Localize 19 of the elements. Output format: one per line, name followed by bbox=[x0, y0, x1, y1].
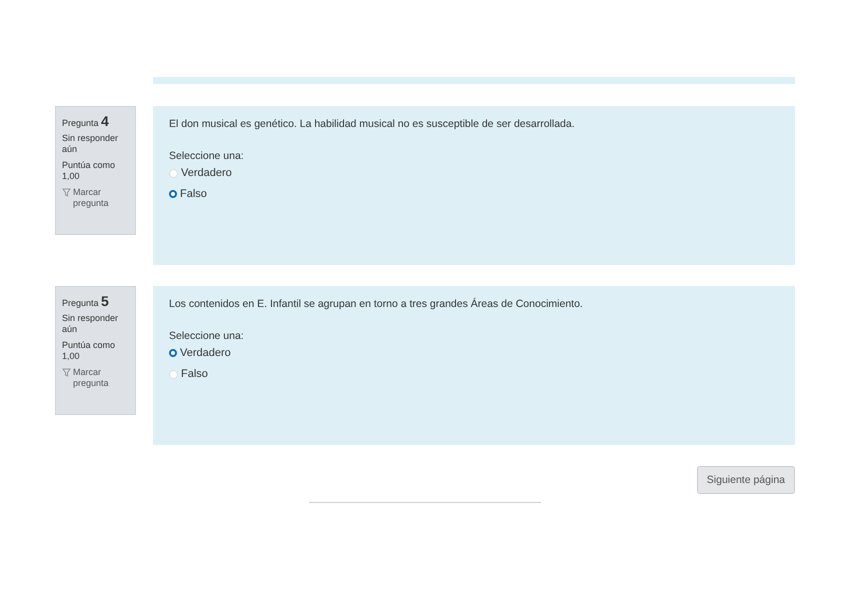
answer-option[interactable]: Falso bbox=[169, 368, 779, 380]
question-status: Sin responder aún bbox=[62, 313, 120, 335]
question-text: Los contenidos en E. Infantil se agrupan en torno a tres grandes Áreas de Conocimiento. bbox=[169, 298, 584, 310]
answer-prompt: Seleccione una: bbox=[169, 330, 245, 342]
flag-question-link[interactable]: Marcar pregunta bbox=[73, 187, 129, 209]
question-status: Sin responder aún bbox=[62, 133, 120, 155]
question-number: Pregunta 4 bbox=[62, 113, 110, 129]
answer-prompt: Seleccione una: bbox=[169, 150, 245, 162]
answer-option[interactable]: Verdadero bbox=[169, 347, 779, 359]
answer-option[interactable]: Verdadero bbox=[169, 167, 779, 179]
next-page-button[interactable]: Siguiente página bbox=[696, 466, 795, 494]
question-number: Pregunta 5 bbox=[62, 293, 110, 309]
flag-question-link[interactable]: Marcar pregunta bbox=[73, 367, 129, 389]
question-score: Puntúa como 1,00 bbox=[62, 340, 116, 362]
radio-button[interactable] bbox=[169, 349, 177, 357]
radio-button[interactable] bbox=[169, 190, 177, 198]
question-text: El don musical es genético. La habilidad musical no es susceptible de ser desarrollada. bbox=[169, 118, 576, 130]
answer-option[interactable]: Falso bbox=[169, 188, 779, 200]
question-score: Puntúa como 1,00 bbox=[62, 160, 116, 182]
